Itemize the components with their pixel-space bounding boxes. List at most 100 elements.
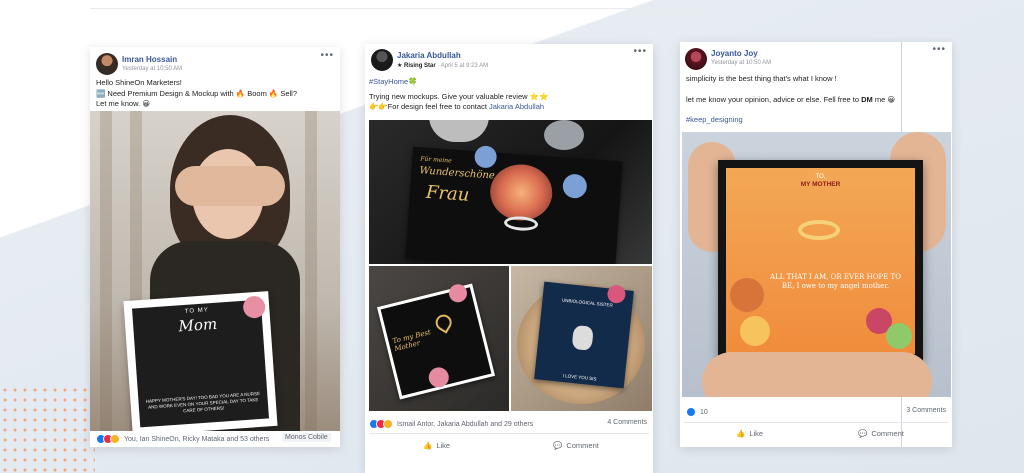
- flower-decoration: [562, 173, 588, 199]
- comment-count[interactable]: 3 Comments: [906, 407, 946, 414]
- message-card: UNBIOLOGICAL SISTER I LOVE YOU SIS: [534, 281, 634, 389]
- post-line-bold: DM: [861, 94, 873, 104]
- flower-decoration: [426, 365, 451, 390]
- card-script: Frau: [425, 181, 471, 206]
- hashtag-link[interactable]: #keep_designing: [686, 115, 948, 126]
- more-icon[interactable]: •••: [932, 44, 946, 55]
- like-icon: 👍: [736, 429, 746, 438]
- flower-decoration: [606, 284, 627, 305]
- gift-card-message: HAPPY MOTHER'S DAY! TOO BAD YOU ARE A NU…: [145, 390, 261, 414]
- message-card: Für meine Wunderschöne Frau: [405, 145, 623, 264]
- hashtag-link[interactable]: #StayHome🍀: [369, 77, 649, 88]
- post-image[interactable]: TO MY Mom HAPPY MOTHER'S DAY! TOO BAD YO…: [90, 111, 340, 431]
- post-line-start: let me know your opinion, advice or else…: [686, 94, 862, 104]
- post-time[interactable]: Yesterday at 10:50 AM: [122, 66, 182, 72]
- infinity-necklace: [798, 220, 840, 240]
- reaction-names: Ismail Antor, Jakaria Abdullah and 29 ot…: [397, 420, 534, 428]
- post-text: simplicity is the best thing that's what…: [686, 74, 948, 126]
- post-card-2: Jakaria Abdullah ★ Rising Star · April 5…: [365, 44, 653, 473]
- like-icon: 👍: [423, 441, 433, 450]
- flower-decoration: [886, 323, 912, 349]
- gift-card-recipient: MY MOTHER: [800, 181, 841, 188]
- watch-decoration: [429, 120, 489, 142]
- top-divider: [90, 8, 700, 9]
- like-label: Like: [749, 429, 764, 438]
- comment-button[interactable]: 💬 Comment: [858, 429, 904, 438]
- more-icon[interactable]: •••: [633, 46, 647, 57]
- post-line-with-mention: 👉👉For design feel free to contact Jakari…: [369, 102, 649, 113]
- like-button[interactable]: 👍 Like: [423, 441, 450, 450]
- gift-card: TO, MY MOTHER ALL THAT I AM, OR EVER HOP…: [726, 168, 915, 354]
- post-text: #StayHome🍀 Trying new mockups. Give your…: [369, 77, 649, 113]
- page-chip-label: Monos Cobile: [285, 434, 328, 441]
- avatar[interactable]: [371, 49, 393, 71]
- background-curtain: [100, 111, 112, 431]
- post-image[interactable]: TO, MY MOTHER ALL THAT I AM, OR EVER HOP…: [682, 132, 951, 397]
- comment-button[interactable]: 💬 Comment: [553, 441, 599, 450]
- post-line: Trying new mockups. Give your valuable r…: [369, 91, 549, 101]
- post-time[interactable]: Yesterday at 10:50 AM: [711, 60, 771, 66]
- post-card-1: Imran Hossain Yesterday at 10:50 AM ••• …: [90, 47, 340, 447]
- flower-decoration: [730, 278, 764, 312]
- flower-decoration: [447, 282, 469, 305]
- gift-box: TO, MY MOTHER ALL THAT I AM, OR EVER HOP…: [718, 160, 923, 362]
- post-line-end: me 😀: [872, 94, 896, 104]
- like-label: Like: [436, 441, 451, 450]
- reaction-summary[interactable]: You, Ian ShineOn, Ricky Mataka and 53 ot…: [96, 434, 269, 444]
- reaction-count: 10: [700, 408, 708, 416]
- gift-card-to: TO,: [815, 174, 826, 180]
- reaction-names: You, Ian ShineOn, Ricky Mataka and 53 ot…: [124, 435, 270, 443]
- flower-decoration: [473, 145, 498, 169]
- gift-card: TO MY Mom HAPPY MOTHER'S DAY! TOO BAD YO…: [132, 295, 269, 428]
- post-line: simplicity is the best thing that's what…: [686, 74, 837, 83]
- gift-box: TO MY Mom HAPPY MOTHER'S DAY! TOO BAD YO…: [123, 291, 278, 431]
- post-text: Hello ShineOn Marketers! 🆕 Need Premium …: [96, 78, 336, 110]
- post-meta: ★ Rising Star · April 5 at 9:23 AM: [397, 62, 488, 69]
- model-hands: [175, 166, 285, 206]
- mention-link[interactable]: Jakaria Abdullah: [489, 102, 544, 111]
- reaction-summary[interactable]: Ismail Antor, Jakaria Abdullah and 29 ot…: [369, 419, 533, 429]
- action-divider: [369, 433, 649, 434]
- flower-decoration: [242, 295, 266, 319]
- gift-card-message: ALL THAT I AM, OR EVER HOPE TO BE, I owe…: [770, 273, 901, 290]
- post-line: Let me know. 😀: [96, 99, 151, 108]
- pendant: [571, 324, 594, 351]
- comment-icon: 💬: [553, 441, 563, 450]
- haha-icon: [110, 434, 120, 444]
- heart-pendant: [432, 311, 455, 334]
- heart-sunset-art: [488, 162, 555, 223]
- post-image-bottom-left[interactable]: To my Best Mother: [369, 266, 509, 411]
- author-name[interactable]: Imran Hossain: [122, 55, 177, 64]
- comment-label: Comment: [566, 441, 599, 450]
- action-divider: [684, 422, 948, 423]
- post-image-bottom-right[interactable]: UNBIOLOGICAL SISTER I LOVE YOU SIS: [511, 266, 652, 411]
- post-line: 👉👉For design feel free to contact: [369, 102, 487, 111]
- like-button[interactable]: 👍 Like: [736, 429, 763, 438]
- card-script: To my Best Mother: [391, 328, 432, 354]
- post-card-3: Joyanto Joy Yesterday at 10:50 AM ••• si…: [680, 42, 952, 447]
- comment-icon: 💬: [858, 429, 868, 438]
- post-line: Hello ShineOn Marketers!: [96, 78, 182, 87]
- reaction-summary[interactable]: 10: [686, 407, 708, 417]
- message-card: To my Best Mother: [376, 282, 496, 400]
- flower-decoration: [740, 316, 770, 346]
- rising-star-badge[interactable]: ★ Rising Star: [397, 63, 436, 69]
- haha-icon: [383, 419, 393, 429]
- card-script: Für meine: [420, 155, 452, 165]
- more-icon[interactable]: •••: [320, 50, 334, 61]
- post-line: 🆕 Need Premium Design & Mockup with 🔥 Bo…: [96, 88, 298, 98]
- hand-bottom: [702, 352, 932, 397]
- avatar[interactable]: [685, 48, 707, 70]
- comment-count[interactable]: 4 Comments: [607, 419, 647, 426]
- like-icon: [686, 407, 696, 417]
- author-name[interactable]: Jakaria Abdullah: [397, 51, 461, 60]
- watch-decoration: [544, 120, 584, 150]
- post-time[interactable]: April 5 at 9:23 AM: [441, 63, 488, 69]
- post-line: let me know your opinion, advice or else…: [686, 95, 948, 106]
- page-chip[interactable]: Monos Cobile: [282, 433, 331, 442]
- dot-pattern-decoration: [0, 385, 95, 473]
- background-curtain: [305, 111, 317, 431]
- author-name[interactable]: Joyanto Joy: [711, 49, 758, 58]
- avatar[interactable]: [96, 53, 118, 75]
- post-image-main[interactable]: Für meine Wunderschöne Frau: [369, 120, 652, 264]
